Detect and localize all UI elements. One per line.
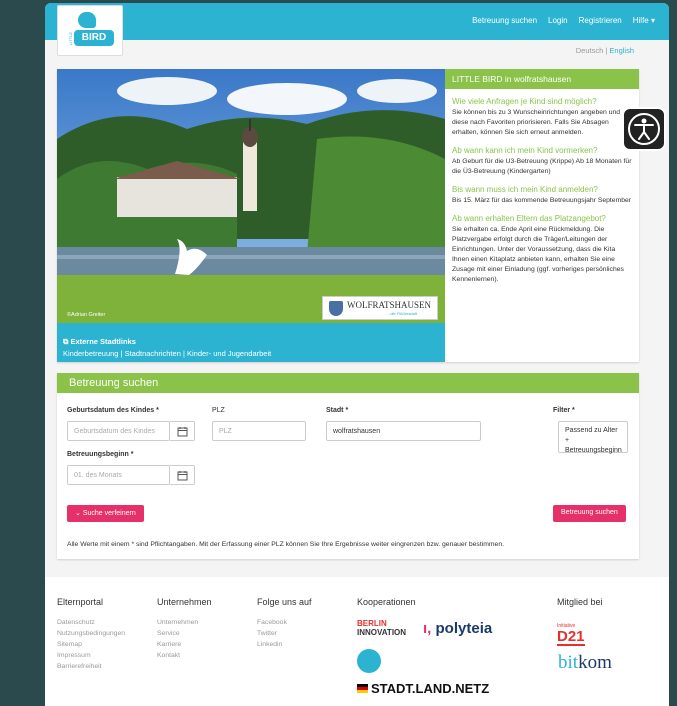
footer-col-social: Folge uns auf Facebook Twitter Linkedin (257, 597, 312, 650)
plz-input[interactable]: PLZ (212, 421, 306, 441)
faq-question: Bis wann muss ich mein Kind anmelden? (452, 185, 598, 194)
faq-answer: Ab Geburt für die U3-Betreuung (Krippe) … (452, 158, 632, 175)
lang-en[interactable]: English (609, 46, 634, 55)
footer-link[interactable]: Unternehmen (157, 617, 212, 628)
footer-link[interactable]: Karriere (157, 639, 212, 650)
photo-credit: ©Adrian Greiter (67, 312, 106, 318)
footer-col-kooperationen: Kooperationen (357, 597, 416, 617)
start-date-label: Betreuungsbeginn * (67, 451, 134, 458)
faq-answer: Sie können bis zu 3 Wunscheinrichtungen … (452, 109, 621, 136)
logo-text: BIRD (74, 30, 114, 46)
bitkom-logo[interactable]: bitkom (558, 652, 612, 674)
city-crest-icon (329, 301, 343, 316)
city-label: Stadt * (326, 407, 349, 414)
language-switch: Deutsch | English (576, 46, 634, 55)
refine-search-label: Suche verfeinern (82, 510, 136, 517)
faq-question: Ab wann erhalten Eltern das Platzangebot… (452, 214, 606, 223)
lang-separator: | (605, 46, 608, 55)
external-links-list[interactable]: Kinderbetreuung | Stadtnachrichten | Kin… (63, 349, 271, 358)
footer-heading: Folge uns auf (257, 597, 312, 607)
external-links-title-text: Externe Stadtlinks (70, 337, 136, 346)
wolfratshausen-logo: WOLFRATSHAUSEN ...die Flößerstadt (322, 296, 438, 320)
calendar-icon (177, 471, 188, 481)
faq-question: Ab wann kann ich mein Kind vormerken? (452, 146, 598, 155)
bird-icon (78, 12, 96, 28)
footer-link[interactable]: Impressum (57, 650, 125, 661)
faq-answer: Bis 15. März für das kommende Betreuungs… (452, 197, 632, 204)
external-links-bar: ⧉ Externe Stadtlinks Kinderbetreuung | S… (57, 323, 445, 362)
city-logo-text: WOLFRATSHAUSEN (347, 300, 432, 310)
search-care-button[interactable]: Betreuung suchen (553, 505, 626, 522)
search-panel-title: Betreuung suchen (57, 373, 639, 393)
accessibility-icon (628, 113, 660, 145)
search-panel: Betreuung suchen Geburtsdatum des Kindes… (57, 373, 639, 559)
polyteia-logo[interactable]: ı, polyteia (423, 620, 492, 637)
footer: Elternportal Datenschutz Nutzungsbedingu… (45, 577, 669, 706)
birth-date-input[interactable]: Geburtsdatum des Kindes (67, 421, 170, 441)
info-panel-title: LITTLE BIRD in wolfratshausen (445, 69, 639, 89)
city-input[interactable]: wolfratshausen (326, 421, 481, 441)
d21-logo[interactable]: D21 (557, 629, 585, 646)
footer-col-mitglied: Mitglied bei (557, 597, 603, 617)
footer-link[interactable]: Sitemap (57, 639, 125, 650)
faq-answer: Sie erhalten ca. Ende April eine Rückmel… (452, 226, 624, 283)
footer-heading: Kooperationen (357, 597, 416, 607)
page-frame: Betreuung suchen Login Registrieren Hilf… (45, 3, 669, 706)
nav-betreuung-suchen[interactable]: Betreuung suchen (472, 16, 537, 25)
nav-registrieren[interactable]: Registrieren (579, 16, 622, 25)
footer-link[interactable]: Nutzungsbedingungen (57, 628, 125, 639)
little-bird-logo[interactable]: BIRD LITTLE (57, 5, 123, 56)
bitkom-logo-k: kom (578, 652, 612, 673)
faq-list: Wie viele Anfragen je Kind sind möglich?… (445, 97, 639, 285)
birth-date-label: Geburtsdatum des Kindes * (67, 407, 159, 414)
logo-small-text: LITTLE (68, 31, 74, 46)
footer-link-linkedin[interactable]: Linkedin (257, 639, 312, 650)
hero-section: ©Adrian Greiter WOLFRATSHAUSEN ...die Fl… (57, 69, 639, 362)
nav-hilfe[interactable]: Hilfe ▾ (633, 16, 655, 25)
birth-date-calendar-button[interactable] (170, 421, 195, 441)
plz-label: PLZ (212, 407, 225, 414)
city-photo: ©Adrian Greiter WOLFRATSHAUSEN ...die Fl… (57, 69, 445, 323)
start-date-calendar-button[interactable] (170, 465, 195, 485)
footer-link-facebook[interactable]: Facebook (257, 617, 312, 628)
accessibility-button[interactable] (622, 107, 666, 151)
footer-link-twitter[interactable]: Twitter (257, 628, 312, 639)
filter-select[interactable]: Passend zu Alter + Betreuungsbeginn (558, 421, 628, 454)
main-nav: Betreuung suchen Login Registrieren Hilf… (472, 16, 655, 25)
footer-link[interactable]: Barrierefreiheit (57, 661, 125, 672)
polyteia-text: polyteia (435, 620, 493, 637)
bitkom-logo-b: bit (558, 652, 579, 673)
footer-heading: Elternportal (57, 597, 104, 607)
digitale-eltern-logo-icon[interactable] (357, 649, 381, 673)
filter-label: Filter * (553, 407, 575, 414)
footer-link[interactable]: Service (157, 628, 212, 639)
top-bar: Betreuung suchen Login Registrieren Hilf… (45, 3, 669, 40)
faq-question: Wie viele Anfragen je Kind sind möglich? (452, 97, 597, 106)
start-date-input[interactable]: 01. des Monats (67, 465, 170, 485)
required-fields-note: Alle Werte mit einem * sind Pflichtangab… (67, 541, 504, 548)
footer-col-elternportal: Elternportal Datenschutz Nutzungsbedingu… (57, 597, 125, 672)
berlin-logo-text: BERLIN (357, 619, 387, 628)
footer-link[interactable]: Kontakt (157, 650, 212, 661)
footer-heading: Mitglied bei (557, 597, 603, 607)
berlin-innovation-logo[interactable]: BERLIN INNOVATION (357, 619, 406, 637)
footer-heading: Unternehmen (157, 597, 212, 607)
german-flag-icon (357, 684, 368, 693)
footer-link[interactable]: Datenschutz (57, 617, 125, 628)
footer-col-unternehmen: Unternehmen Unternehmen Service Karriere… (157, 597, 212, 661)
lang-de[interactable]: Deutsch (576, 46, 604, 55)
city-logo-subtitle: ...die Flößerstadt (387, 311, 418, 316)
chevron-down-icon: ⌄ (75, 510, 83, 517)
innovation-logo-text: INNOVATION (357, 628, 407, 637)
stadt-land-netz-logo[interactable]: STADT.LAND.NETZ (371, 681, 489, 696)
calendar-icon (177, 427, 188, 437)
external-links-title[interactable]: ⧉ Externe Stadtlinks (63, 337, 136, 347)
nav-login[interactable]: Login (548, 16, 568, 25)
polyteia-mark: ı, (423, 620, 432, 637)
refine-search-button[interactable]: ⌄ Suche verfeinern (67, 505, 144, 522)
info-panel: LITTLE BIRD in wolfratshausen Wie viele … (445, 69, 639, 362)
